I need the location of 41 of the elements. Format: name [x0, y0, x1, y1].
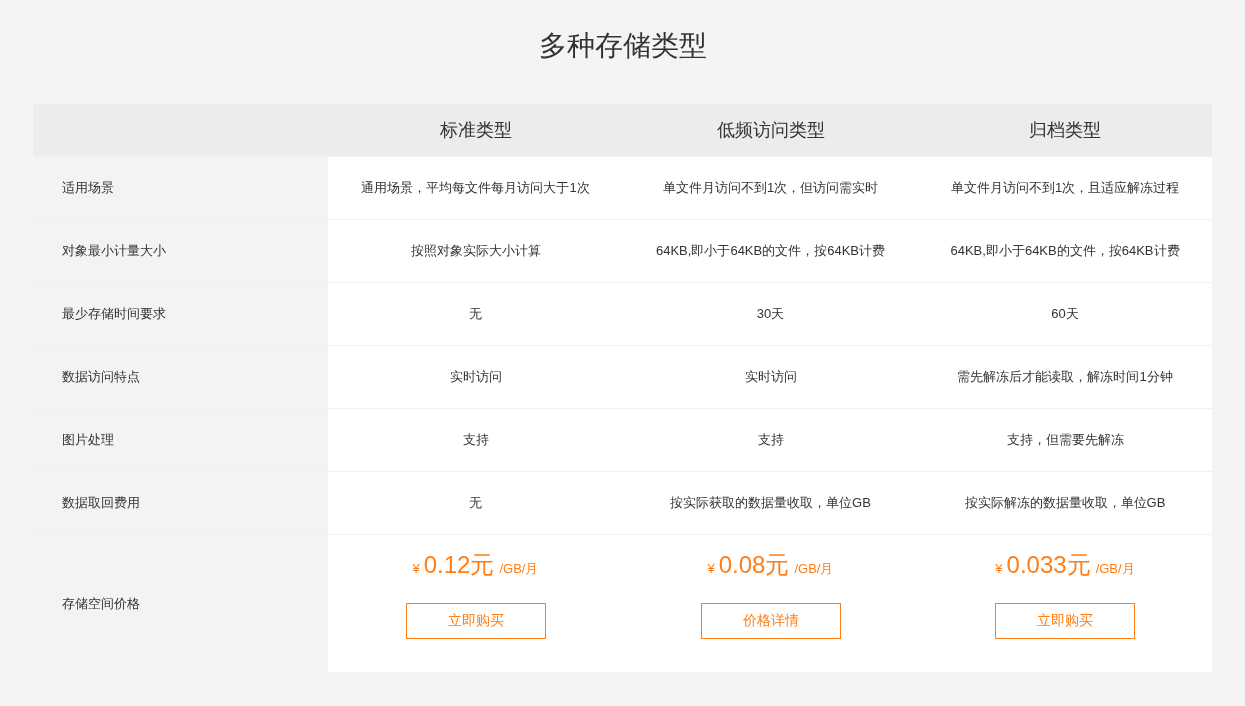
table-cell: 通用场景，平均每文件每月访问大于1次	[361, 179, 590, 197]
table-cell: 支持，但需要先解冻	[1006, 431, 1124, 449]
action-button[interactable]: 立即购买	[405, 603, 546, 639]
row-label: 对象最小计量大小	[62, 242, 166, 260]
row-label: 最少存储时间要求	[62, 305, 166, 323]
price-amount: 0.033元	[1006, 550, 1091, 580]
table-cell: 64KB,即小于64KB的文件，按64KB计费	[950, 242, 1180, 260]
price-unit: /GB/月	[1095, 560, 1135, 578]
currency-symbol: ¥	[707, 561, 715, 576]
table-cell: 需先解冻后才能读取，解冻时间1分钟	[957, 368, 1173, 386]
table-cell: 64KB,即小于64KB的文件，按64KB计费	[656, 242, 885, 260]
row-label: 数据取回费用	[62, 494, 140, 512]
currency-symbol: ¥	[995, 561, 1003, 576]
column-header: 归档类型	[1029, 119, 1101, 142]
currency-symbol: ¥	[412, 561, 420, 576]
table-cell: 按照对象实际大小计算	[410, 242, 541, 260]
table-cell: 按实际获取的数据量收取，单位GB	[670, 494, 871, 512]
price-amount: 0.12元	[423, 550, 495, 580]
row-label: 存储空间价格	[62, 594, 140, 613]
table-cell: 单文件月访问不到1次，且适应解冻过程	[950, 179, 1180, 197]
price-unit: /GB/月	[499, 560, 539, 578]
row-label: 数据访问特点	[62, 368, 140, 386]
table-cell: 30天	[756, 305, 785, 323]
table-cell: 按实际解冻的数据量收取，单位GB	[964, 494, 1166, 512]
table-cell: 支持	[462, 431, 489, 449]
table-cell: 实时访问	[449, 368, 502, 386]
column-header: 低频访问类型	[716, 119, 825, 142]
row-label: 图片处理	[62, 431, 114, 449]
action-button[interactable]: 价格详情	[700, 603, 841, 639]
table-cell: 无	[469, 494, 482, 512]
table-cell: 支持	[757, 431, 784, 449]
price-unit: /GB/月	[794, 560, 834, 578]
table-cell: 实时访问	[744, 368, 797, 386]
row-label: 适用场景	[62, 179, 114, 197]
price-amount: 0.08元	[718, 550, 790, 580]
action-button[interactable]: 立即购买	[995, 603, 1135, 639]
page-title: 多种存储类型	[537, 29, 708, 63]
column-header: 标准类型	[439, 119, 512, 142]
table-cell: 无	[469, 305, 482, 323]
table-cell: 单文件月访问不到1次，但访问需实时	[662, 179, 879, 197]
table-cell: 60天	[1051, 305, 1079, 323]
